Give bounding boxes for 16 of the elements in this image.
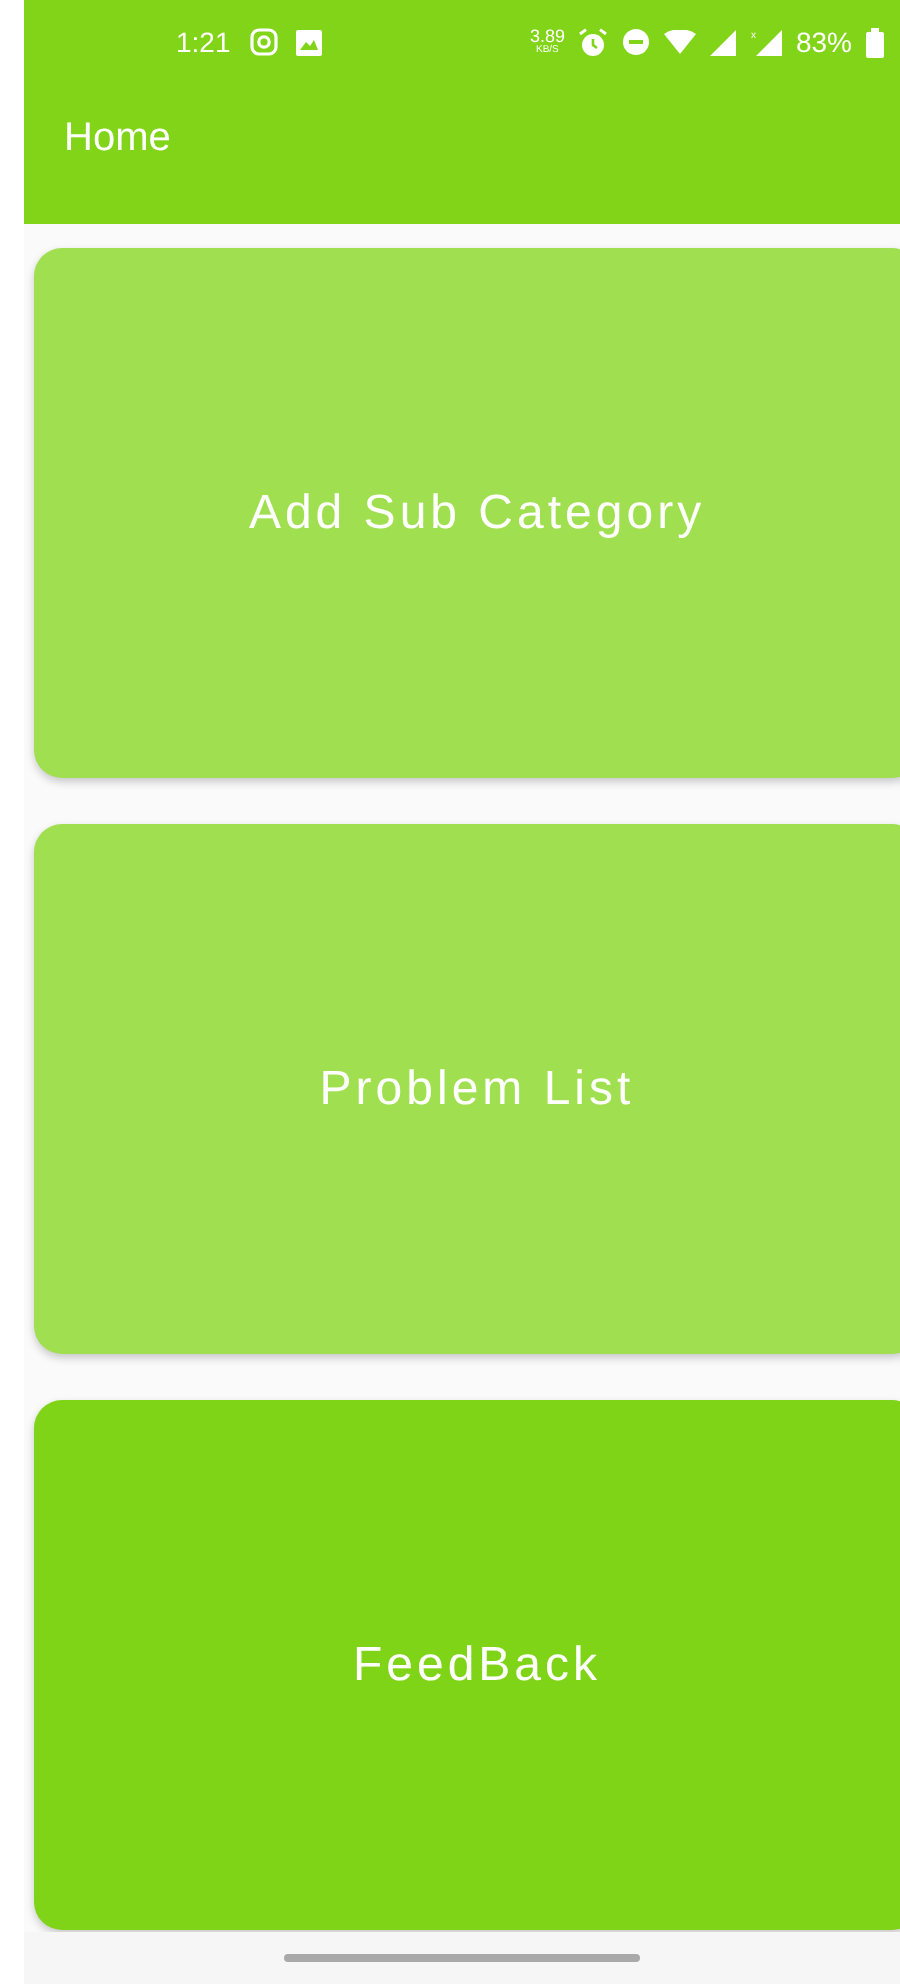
home-indicator[interactable] <box>284 1954 640 1962</box>
wifi-icon <box>664 29 697 55</box>
battery-icon <box>866 27 884 57</box>
menu-card[interactable]: Problem List <box>34 824 900 1354</box>
menu-card[interactable]: Add Sub Category <box>34 248 900 778</box>
image-icon <box>296 29 323 55</box>
battery-level: 83% <box>795 26 852 58</box>
app-bar-title: Home <box>62 114 173 162</box>
menu-card[interactable]: FeedBack <box>34 1400 900 1930</box>
alarm-icon <box>578 27 609 57</box>
do-not-disturb-icon <box>622 28 651 56</box>
signal-icon <box>710 29 737 55</box>
camera-icon <box>250 28 279 56</box>
signal-icon <box>755 29 782 55</box>
clock: 1:21 <box>176 26 231 58</box>
network-speed: 3.89 <box>529 28 565 46</box>
